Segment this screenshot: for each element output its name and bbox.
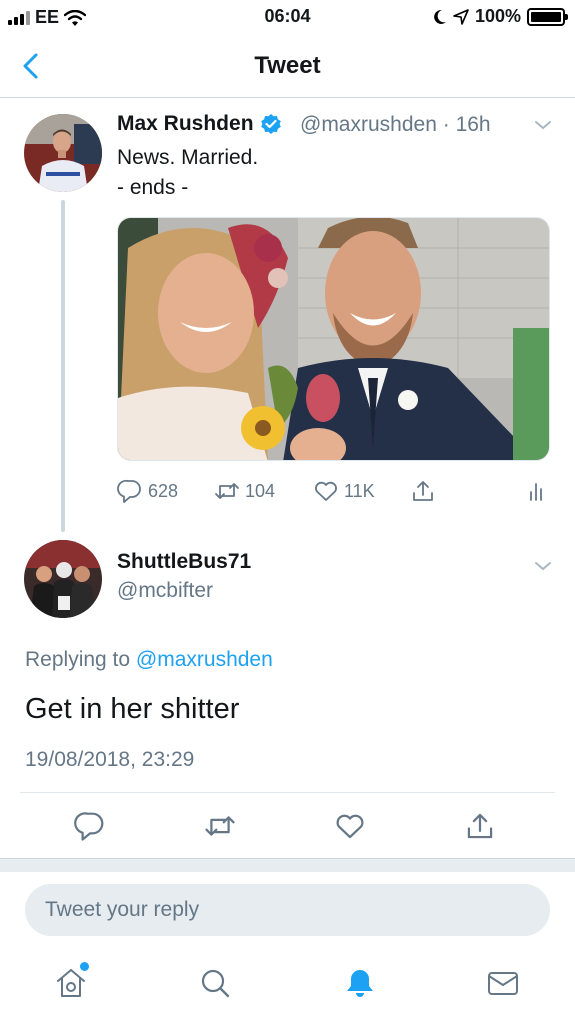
tweet-actions: 628 104 11K — [117, 478, 557, 508]
reply-count: 628 — [148, 480, 179, 501]
analytics-action[interactable] — [523, 478, 549, 504]
share-action[interactable] — [464, 810, 496, 842]
meta-separator: · — [442, 113, 450, 136]
reply-icon — [117, 479, 141, 503]
reply-action[interactable] — [74, 810, 106, 842]
tweet-photo[interactable] — [117, 217, 550, 461]
retweet-count: 104 — [245, 480, 276, 501]
tab-messages[interactable] — [486, 966, 520, 1000]
reply-compose-placeholder: Tweet your reply — [45, 898, 200, 921]
retweet-icon — [205, 816, 235, 836]
home-icon — [57, 969, 85, 997]
share-icon — [467, 813, 493, 839]
reply-timestamp: 19/08/2018, 23:29 — [25, 748, 195, 771]
nav-bar: Tweet — [0, 34, 575, 98]
tab-home[interactable] — [54, 962, 89, 1000]
section-gap — [0, 858, 575, 872]
author-name-text: Max Rushden — [117, 112, 254, 135]
divider — [20, 792, 555, 793]
retweet-action[interactable]: 104 — [214, 478, 275, 504]
replying-to-handle-link[interactable]: @maxrushden — [136, 648, 273, 671]
handle-text: @maxrushden — [300, 113, 437, 136]
battery-percent: 100% — [474, 6, 521, 26]
analytics-icon — [530, 483, 542, 501]
notifications-icon — [347, 970, 373, 997]
moon-icon — [434, 9, 446, 24]
status-bar: EE 06:04 100% — [0, 0, 575, 34]
tweet-author-handle[interactable]: @maxrushden · 16h — [300, 113, 491, 137]
verified-icon — [260, 114, 281, 134]
location-arrow-icon — [453, 8, 469, 25]
page-title: Tweet — [254, 52, 321, 79]
tab-notifications[interactable] — [343, 966, 377, 1000]
replying-to-prefix: Replying to — [25, 648, 131, 671]
like-action[interactable] — [334, 810, 366, 842]
tweet-author-name[interactable]: Max Rushden — [117, 112, 282, 136]
tab-bar — [0, 950, 575, 1024]
replying-to: Replying to @maxrushden — [25, 648, 273, 672]
tweet-body-line-2: - ends - — [117, 176, 189, 199]
retweet-icon — [215, 483, 239, 499]
tweet-body: News. Married. - ends - — [117, 143, 258, 203]
avatar-shuttlebus71[interactable] — [24, 540, 102, 618]
reply-actions — [0, 810, 575, 846]
tweet-body-line-1: News. Married. — [117, 146, 259, 169]
search-icon — [201, 969, 230, 998]
messages-icon — [488, 972, 518, 995]
battery-icon — [527, 7, 568, 26]
reply-compose-input[interactable]: Tweet your reply — [25, 884, 550, 936]
retweet-action[interactable] — [204, 810, 236, 842]
chevron-down-icon[interactable] — [534, 119, 552, 131]
reply-author-name[interactable]: ShuttleBus71 — [117, 550, 251, 574]
chevron-down-icon[interactable] — [534, 560, 552, 572]
reply-action[interactable]: 628 — [117, 478, 178, 504]
tab-search[interactable] — [198, 966, 232, 1000]
share-action[interactable] — [410, 478, 436, 504]
new-content-dot — [80, 962, 89, 971]
reply-author-handle[interactable]: @mcbifter — [117, 579, 213, 603]
thread-connector — [61, 200, 65, 532]
status-right: 100% — [433, 6, 568, 27]
like-icon — [315, 481, 337, 501]
tweet-age: 16h — [455, 113, 491, 136]
avatar-max-rushden[interactable] — [24, 114, 102, 192]
reply-body: Get in her shitter — [25, 693, 240, 725]
like-icon — [336, 814, 364, 839]
like-action[interactable]: 11K — [313, 478, 375, 504]
like-count: 11K — [344, 480, 375, 501]
reply-icon — [74, 812, 104, 841]
share-icon — [413, 481, 433, 501]
